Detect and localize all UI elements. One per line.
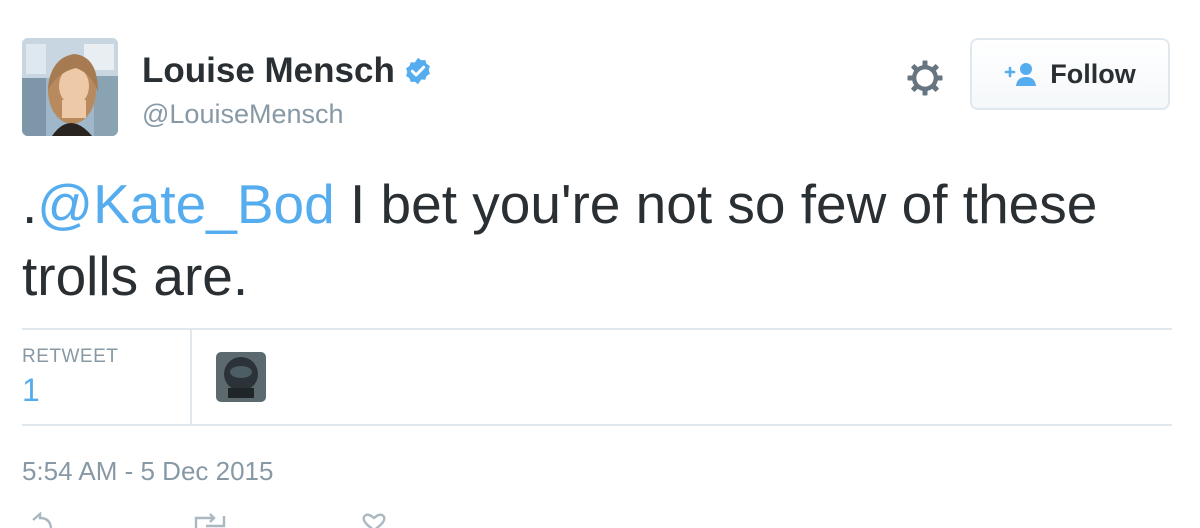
tweet-prefix: .	[22, 173, 38, 235]
avatar-photo	[22, 38, 118, 136]
retweeter-avatar-image	[216, 352, 266, 402]
gear-icon[interactable]	[905, 58, 945, 98]
stats-divider	[190, 330, 192, 424]
follow-button[interactable]: Follow	[970, 38, 1170, 110]
author-display-name[interactable]: Louise Mensch	[142, 50, 395, 92]
mention-link[interactable]: @Kate_Bod	[37, 173, 334, 235]
retweet-stat-count[interactable]: 1	[22, 372, 40, 409]
reply-icon[interactable]	[30, 512, 54, 528]
follow-label: Follow	[1050, 58, 1136, 89]
verified-badge-icon	[405, 57, 430, 85]
author-name-row[interactable]: Louise Mensch	[142, 50, 433, 92]
add-person-icon	[1004, 63, 1037, 86]
divider	[22, 424, 1172, 426]
divider	[22, 328, 1172, 330]
avatar[interactable]	[22, 38, 118, 136]
retweet-stat-label[interactable]: RETWEET	[22, 346, 118, 368]
retweet-icon[interactable]	[192, 512, 228, 528]
tweet-text: .@Kate_Bod I bet you're not so few of th…	[22, 168, 1182, 312]
retweeter-avatar[interactable]	[216, 352, 266, 402]
tweet-timestamp[interactable]: 5:54 AM - 5 Dec 2015	[22, 456, 273, 487]
heart-icon[interactable]	[360, 512, 388, 528]
author-handle[interactable]: @LouiseMensch	[142, 98, 344, 130]
